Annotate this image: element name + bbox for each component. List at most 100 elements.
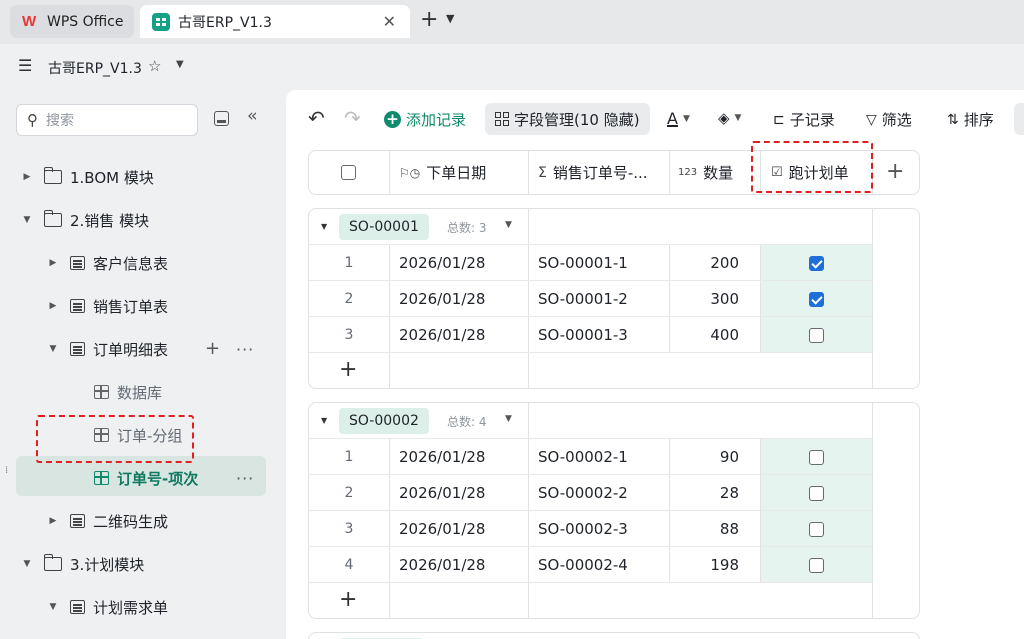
cell-qty[interactable]: 300 [649, 281, 739, 317]
collapse-arrow-icon[interactable]: ▼ [321, 222, 327, 231]
cell-so-no[interactable]: SO-00002-3 [538, 511, 628, 547]
star-icon[interactable]: ☆ [148, 57, 161, 75]
cell-plan[interactable] [761, 475, 871, 511]
cell-so-no[interactable]: SO-00002-4 [538, 547, 628, 583]
add-view-icon[interactable]: + [205, 338, 220, 359]
cell-plan[interactable] [761, 439, 871, 475]
sidebar-item-qrcode[interactable]: ▶ 二维码生成 [46, 503, 168, 539]
plan-checkbox[interactable] [808, 521, 824, 537]
cell-plan[interactable] [761, 511, 871, 547]
add-row-icon[interactable]: + [339, 357, 357, 382]
cell-so-no[interactable]: SO-00001-2 [538, 281, 628, 317]
cell-plan[interactable] [761, 281, 871, 317]
sub-record-button[interactable]: ⊏ 子记录 [773, 109, 835, 130]
sidebar-item-sales[interactable]: ▼ 2.销售 模块 [20, 202, 149, 238]
sidebar-item-order-detail[interactable]: ▼ 订单明细表 [46, 331, 168, 367]
collapse-arrow-icon[interactable]: ▼ [321, 416, 327, 425]
tab-erp[interactable]: 古哥ERP_V1.3 ✕ [140, 5, 410, 38]
sidebar-item-order-group[interactable]: 订单-分组 [86, 417, 182, 453]
expand-arrow-icon[interactable]: ▶ [20, 172, 34, 182]
fill-color-button[interactable]: ◈ ▼ [718, 109, 741, 127]
select-all-checkbox[interactable] [341, 165, 356, 180]
plan-checkbox[interactable] [808, 291, 824, 307]
chevron-down-icon[interactable]: ▼ [446, 12, 454, 25]
cell-plan[interactable] [761, 245, 871, 281]
folder-icon [43, 554, 62, 571]
collapse-sidebar-icon[interactable]: ‹‹ [247, 106, 257, 126]
plan-checkbox[interactable] [808, 485, 824, 501]
app-title[interactable]: 古哥ERP_V1.3 [48, 58, 142, 78]
toolbar-overflow-button[interactable] [1014, 103, 1024, 135]
sidebar-item-database[interactable]: 数据库 [86, 374, 162, 410]
more-icon[interactable]: ··· [236, 340, 254, 359]
new-tab-icon[interactable]: + [420, 8, 438, 32]
cell-order-date[interactable]: 2026/01/28 [399, 439, 485, 475]
plan-checkbox[interactable] [808, 449, 824, 465]
group-header[interactable]: ▼ SO-00001 总数: 3 ▼ [309, 209, 919, 245]
search-input[interactable]: ⚲ 搜索 [16, 104, 198, 136]
chevron-down-icon[interactable]: ▼ [505, 414, 512, 424]
plan-checkbox[interactable] [808, 557, 824, 573]
cell-order-date[interactable]: 2026/01/28 [399, 475, 485, 511]
sidebar-item-plan-demand[interactable]: ▼ 计划需求单 [46, 589, 168, 625]
group-count[interactable]: 总数: 4 [447, 413, 487, 430]
sort-icon: ⇅ [947, 111, 959, 128]
filter-label: 筛选 [881, 111, 912, 129]
cell-plan[interactable] [761, 547, 871, 583]
sidebar-item-customer-info[interactable]: ▶ 客户信息表 [46, 245, 168, 281]
cell-so-no[interactable]: SO-00001-3 [538, 317, 628, 353]
expand-arrow-icon[interactable]: ▶ [46, 301, 60, 311]
plan-checkbox[interactable] [808, 255, 824, 271]
cell-so-no[interactable]: SO-00001-1 [538, 245, 628, 281]
add-row-icon[interactable]: + [339, 587, 357, 612]
collapse-arrow-icon[interactable]: ▼ [20, 559, 34, 569]
row-index: 3 [344, 521, 354, 537]
group-count[interactable]: 总数: 3 [447, 219, 487, 236]
sidebar-item-sales-order[interactable]: ▶ 销售订单表 [46, 288, 168, 324]
collapse-arrow-icon[interactable]: ▼ [46, 344, 60, 354]
chevron-down-icon[interactable]: ▼ [505, 220, 512, 230]
field-manage-button[interactable]: 字段管理(10 隐藏) [485, 103, 650, 135]
tab-wps-office[interactable]: W WPS Office [10, 5, 134, 38]
cell-order-date[interactable]: 2026/01/28 [399, 511, 485, 547]
expand-arrow-icon[interactable]: ▶ [46, 516, 60, 526]
cell-so-no[interactable]: SO-00002-2 [538, 475, 628, 511]
column-header-so-no[interactable]: Σ 销售订单号-... [538, 151, 648, 194]
undo-icon[interactable]: ↶ [308, 106, 325, 130]
group-header[interactable]: ▼ SO-00002 总数: 4 ▼ [309, 403, 919, 439]
cell-qty[interactable]: 28 [649, 475, 739, 511]
cell-so-no[interactable]: SO-00002-1 [538, 439, 628, 475]
text-style-button[interactable]: A ▼ [667, 109, 690, 128]
chevron-down-icon[interactable]: ▼ [176, 59, 184, 70]
menu-icon[interactable]: ☰ [18, 56, 32, 75]
sidebar-item-plan[interactable]: ▼ 3.计划模块 [20, 546, 144, 582]
add-record-button[interactable]: + 添加记录 [384, 109, 466, 130]
filter-button[interactable]: ▽ 筛选 [866, 109, 912, 130]
close-icon[interactable]: ✕ [383, 12, 396, 31]
cell-qty[interactable]: 200 [649, 245, 739, 281]
expand-arrow-icon[interactable]: ▶ [46, 258, 60, 268]
cell-order-date[interactable]: 2026/01/28 [399, 547, 485, 583]
cell-qty[interactable]: 400 [649, 317, 739, 353]
cell-qty[interactable]: 88 [649, 511, 739, 547]
plan-checkbox[interactable] [808, 327, 824, 343]
select-all-cell[interactable] [341, 151, 356, 194]
sort-button[interactable]: ⇅ 排序 [947, 109, 994, 130]
cell-order-date[interactable]: 2026/01/28 [399, 317, 485, 353]
cell-qty[interactable]: 198 [649, 547, 739, 583]
panel-toggle-icon[interactable] [214, 111, 229, 126]
cell-order-date[interactable]: 2026/01/28 [399, 281, 485, 317]
add-column-icon[interactable]: + [886, 159, 904, 184]
column-header-order-date[interactable]: ⚐◷ 下单日期 [399, 151, 486, 194]
cell-order-date[interactable]: 2026/01/28 [399, 245, 485, 281]
column-header-qty[interactable]: 123 数量 [678, 151, 733, 194]
more-icon[interactable]: ··· [236, 469, 254, 488]
cell-plan[interactable] [761, 317, 871, 353]
sidebar-item-order-line[interactable]: 订单号-项次 [86, 460, 198, 496]
redo-icon[interactable]: ↷ [344, 106, 361, 130]
collapse-arrow-icon[interactable]: ▼ [46, 602, 60, 612]
drag-handle-icon[interactable]: ⁞ [5, 466, 11, 476]
collapse-arrow-icon[interactable]: ▼ [20, 215, 34, 225]
sidebar-item-bom[interactable]: ▶ 1.BOM 模块 [20, 159, 154, 195]
cell-qty[interactable]: 90 [649, 439, 739, 475]
